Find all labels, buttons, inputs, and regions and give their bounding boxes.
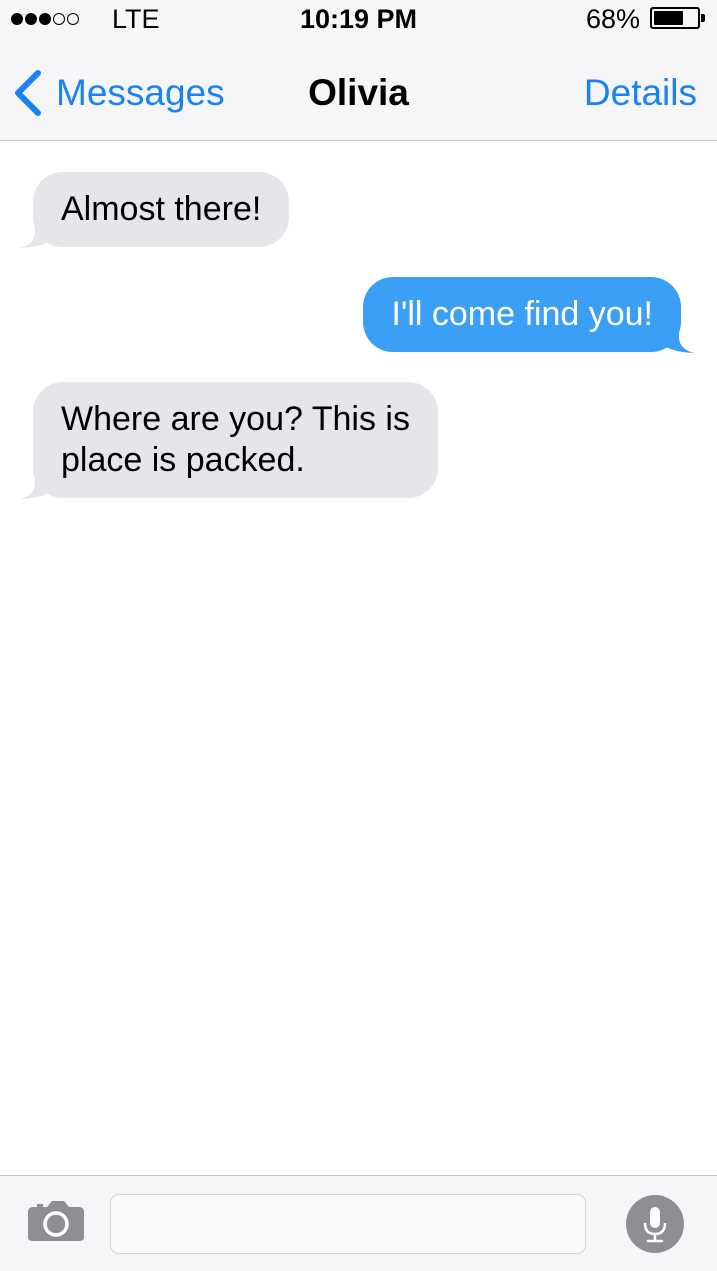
message-text-line: place is packed. bbox=[61, 441, 305, 479]
camera-button[interactable] bbox=[27, 1198, 85, 1247]
details-button[interactable]: Details bbox=[584, 72, 697, 114]
microphone-icon bbox=[643, 1207, 667, 1243]
received-message: Where are you? This is place is packed. bbox=[20, 382, 438, 499]
microphone-button[interactable] bbox=[626, 1195, 684, 1253]
status-bar: LTE 10:19 PM 68% bbox=[0, 0, 717, 40]
message-thread: Almost there! I'll come find you! Where … bbox=[0, 142, 717, 1174]
battery-icon bbox=[650, 7, 700, 29]
message-text-line: Where are you? This is bbox=[61, 400, 410, 438]
battery-terminal bbox=[701, 14, 705, 22]
battery-level-fill bbox=[654, 11, 683, 25]
message-text: Almost there! bbox=[61, 190, 262, 228]
message-input[interactable] bbox=[110, 1194, 586, 1254]
battery-percentage: 68% bbox=[585, 4, 640, 34]
message-bubble[interactable]: Where are you? This is place is packed. bbox=[33, 382, 438, 498]
top-bar: LTE 10:19 PM 68% Messages Olivia Details bbox=[0, 0, 717, 141]
message-bubble[interactable]: Almost there! bbox=[33, 172, 290, 247]
camera-icon bbox=[28, 1201, 84, 1241]
message-text: I'll come find you! bbox=[391, 295, 653, 333]
composer-bar bbox=[0, 1175, 717, 1271]
message-bubble[interactable]: I'll come find you! bbox=[363, 277, 681, 352]
navigation-bar: Messages Olivia Details bbox=[0, 52, 717, 132]
received-message: Almost there! bbox=[20, 172, 290, 248]
sent-message: I'll come find you! bbox=[363, 277, 694, 353]
